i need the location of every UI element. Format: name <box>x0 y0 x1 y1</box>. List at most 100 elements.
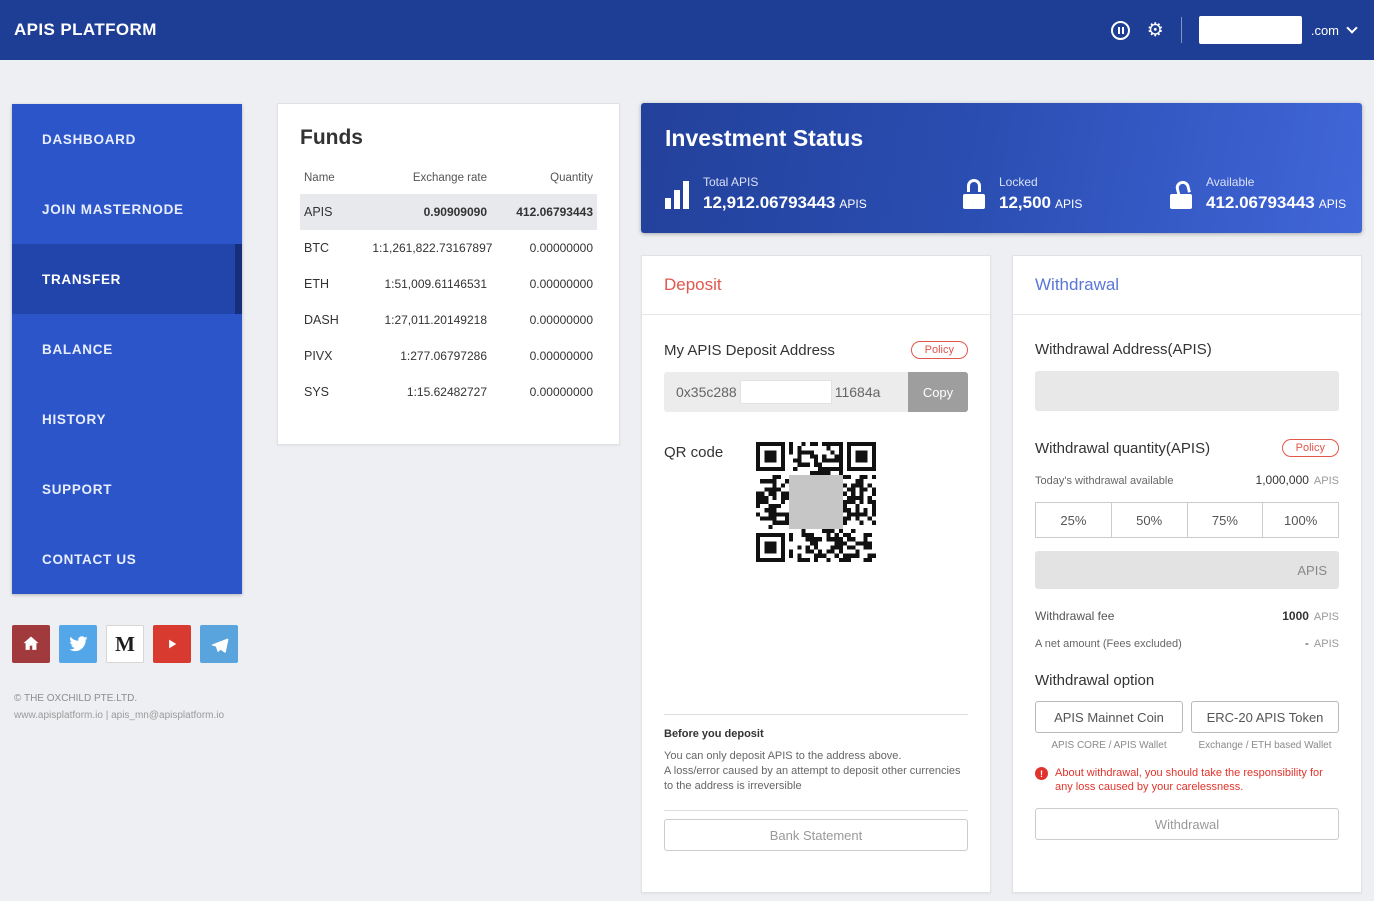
stat-unit: APIS <box>1318 197 1347 211</box>
funds-table-header: Name Exchange rate Quantity <box>300 164 597 194</box>
deposit-panel: Deposit My APIS Deposit Address Policy 0… <box>641 255 991 893</box>
funds-row-dash[interactable]: DASH 1:27,011.20149218 0.00000000 <box>300 302 597 338</box>
amount-unit-suffix: APIS <box>1297 562 1327 578</box>
funds-row-pivx[interactable]: PIVX 1:277.06797286 0.00000000 <box>300 338 597 374</box>
top-bar: APIS PLATFORM ⚙ .com <box>0 0 1374 60</box>
percent-25-button[interactable]: 25% <box>1035 502 1112 538</box>
address-suffix: 11684a <box>834 384 881 400</box>
copyright-text: © THE OXCHILD PTE.LTD. <box>14 693 138 704</box>
option-caption-erc20: Exchange / ETH based Wallet <box>1198 740 1332 751</box>
copy-address-button[interactable]: Copy <box>908 372 968 412</box>
funds-row-apis[interactable]: APIS 0.90909090 412.06793443 <box>300 194 597 230</box>
account-email-redacted <box>1198 16 1302 44</box>
withdrawal-amount-input[interactable]: APIS <box>1035 551 1339 589</box>
bank-statement-button[interactable]: Bank Statement <box>664 819 968 851</box>
percent-50-button[interactable]: 50% <box>1110 502 1188 538</box>
pause-icon[interactable] <box>1110 20 1130 40</box>
coin-quantity: 412.06793443 <box>516 205 593 219</box>
coin-name: ETH <box>304 277 329 291</box>
coin-quantity: 0.00000000 <box>529 277 593 291</box>
stat-unit: APIS <box>839 197 867 211</box>
withdrawal-quantity-label: Withdrawal quantity(APIS) <box>1035 439 1211 457</box>
withdrawal-title: Withdrawal <box>1013 256 1361 315</box>
account-dropdown[interactable]: .com <box>1198 16 1358 44</box>
withdrawal-fee-label: Withdrawal fee <box>1035 609 1115 623</box>
stat-unit: APIS <box>1055 197 1083 211</box>
stat-value: 12,912.06793443 <box>703 193 836 212</box>
youtube-icon[interactable] <box>153 625 191 663</box>
deposit-notice-body: You can only deposit APIS to the address… <box>664 749 968 794</box>
funds-row-btc[interactable]: BTC 1:1,261,822.73167897 0.00000000 <box>300 230 597 266</box>
telegram-icon[interactable] <box>200 625 238 663</box>
gear-icon[interactable]: ⚙ <box>1147 21 1164 40</box>
coin-quantity: 0.00000000 <box>529 349 593 363</box>
stat-label: Locked <box>999 175 1038 189</box>
sidebar-item-balance[interactable]: BALANCE <box>12 314 242 384</box>
chevron-down-icon <box>1346 21 1358 34</box>
social-links: M <box>12 625 238 663</box>
deposit-address-field: 0x35c288 11684a Copy <box>664 372 968 412</box>
medium-letter: M <box>115 631 135 656</box>
deposit-divider-bottom <box>664 810 968 811</box>
deposit-address-label: My APIS Deposit Address <box>664 341 835 359</box>
percent-75-button[interactable]: 75% <box>1186 502 1264 538</box>
erc20-apis-token-button[interactable]: ERC-20 APIS Token <box>1191 701 1339 733</box>
available-today-value: 1,000,000 <box>1255 473 1309 487</box>
stat-total-apis: Total APIS 12,912.06793443 APIS <box>665 175 867 213</box>
withdrawal-address-input[interactable] <box>1035 371 1339 411</box>
percent-100-button[interactable]: 100% <box>1262 502 1339 538</box>
sidebar-item-dashboard[interactable]: DASHBOARD <box>12 104 242 174</box>
funds-row-eth[interactable]: ETH 1:51,009.61146531 0.00000000 <box>300 266 597 302</box>
stat-value: 412.06793443 <box>1206 193 1315 212</box>
contact-links[interactable]: www.apisplatform.io | apis_mn@apisplatfo… <box>14 710 224 721</box>
top-bar-actions: ⚙ .com <box>1110 16 1358 44</box>
qr-code-image <box>756 442 876 562</box>
deposit-title: Deposit <box>642 256 990 315</box>
investment-status-title: Investment Status <box>665 125 864 151</box>
deposit-notice-title: Before you deposit <box>664 728 764 740</box>
coin-name: BTC <box>304 241 329 255</box>
deposit-policy-button[interactable]: Policy <box>910 341 968 359</box>
coin-quantity: 0.00000000 <box>529 313 593 327</box>
address-prefix: 0x35c288 <box>676 384 737 400</box>
sidebar-item-transfer[interactable]: TRANSFER <box>12 244 242 314</box>
warning-icon: ! <box>1035 767 1048 780</box>
apis-mainnet-coin-button[interactable]: APIS Mainnet Coin <box>1035 701 1183 733</box>
home-icon[interactable] <box>12 625 50 663</box>
twitter-icon[interactable] <box>59 625 97 663</box>
funds-table: Name Exchange rate Quantity APIS 0.90909… <box>300 164 597 410</box>
withdrawal-address-label: Withdrawal Address(APIS) <box>1035 341 1212 358</box>
coin-name: DASH <box>304 313 339 327</box>
sidebar-item-support[interactable]: SUPPORT <box>12 454 242 524</box>
topbar-divider <box>1180 17 1182 43</box>
brand-title: APIS PLATFORM <box>14 20 157 39</box>
account-domain: .com <box>1310 22 1339 38</box>
coin-rate: 1:1,261,822.73167897 <box>372 241 493 255</box>
deposit-divider-top <box>664 714 968 715</box>
withdrawal-fee-value: 1000 <box>1282 609 1309 623</box>
withdrawal-submit-button[interactable]: Withdrawal <box>1035 808 1339 840</box>
notice-line-1: You can only deposit APIS to the address… <box>664 750 902 762</box>
coin-rate: 0.90909090 <box>423 205 487 219</box>
coin-rate: 1:15.62482727 <box>406 385 487 399</box>
withdrawal-option-buttons: APIS Mainnet Coin ERC-20 APIS Token <box>1035 701 1339 733</box>
percent-button-group: 25% 50% 75% 100% <box>1035 502 1339 538</box>
stat-locked: Locked 12,500 APIS <box>963 175 1082 213</box>
option-caption-mainnet: APIS CORE / APIS Wallet <box>1051 740 1167 751</box>
lock-icon <box>963 179 985 209</box>
funds-card: Funds Name Exchange rate Quantity APIS 0… <box>277 103 620 445</box>
withdrawal-policy-button[interactable]: Policy <box>1281 439 1339 457</box>
bar-chart-icon <box>665 181 689 209</box>
medium-icon[interactable]: M <box>106 625 144 663</box>
stat-label: Total APIS <box>703 175 759 189</box>
sidebar-item-contact-us[interactable]: CONTACT US <box>12 524 242 594</box>
sidebar-item-join-masternode[interactable]: JOIN MASTERNODE <box>12 174 242 244</box>
coin-name: SYS <box>304 385 330 399</box>
coin-name: APIS <box>304 205 333 219</box>
withdrawal-panel: Withdrawal Withdrawal Address(APIS) With… <box>1012 255 1362 893</box>
notice-line-2: A loss/error caused by an attempt to dep… <box>664 765 961 792</box>
coin-rate: 1:51,009.61146531 <box>384 277 487 291</box>
withdrawal-warning-text: About withdrawal, you should take the re… <box>1055 767 1323 793</box>
funds-row-sys[interactable]: SYS 1:15.62482727 0.00000000 <box>300 374 597 410</box>
sidebar-item-history[interactable]: HISTORY <box>12 384 242 454</box>
